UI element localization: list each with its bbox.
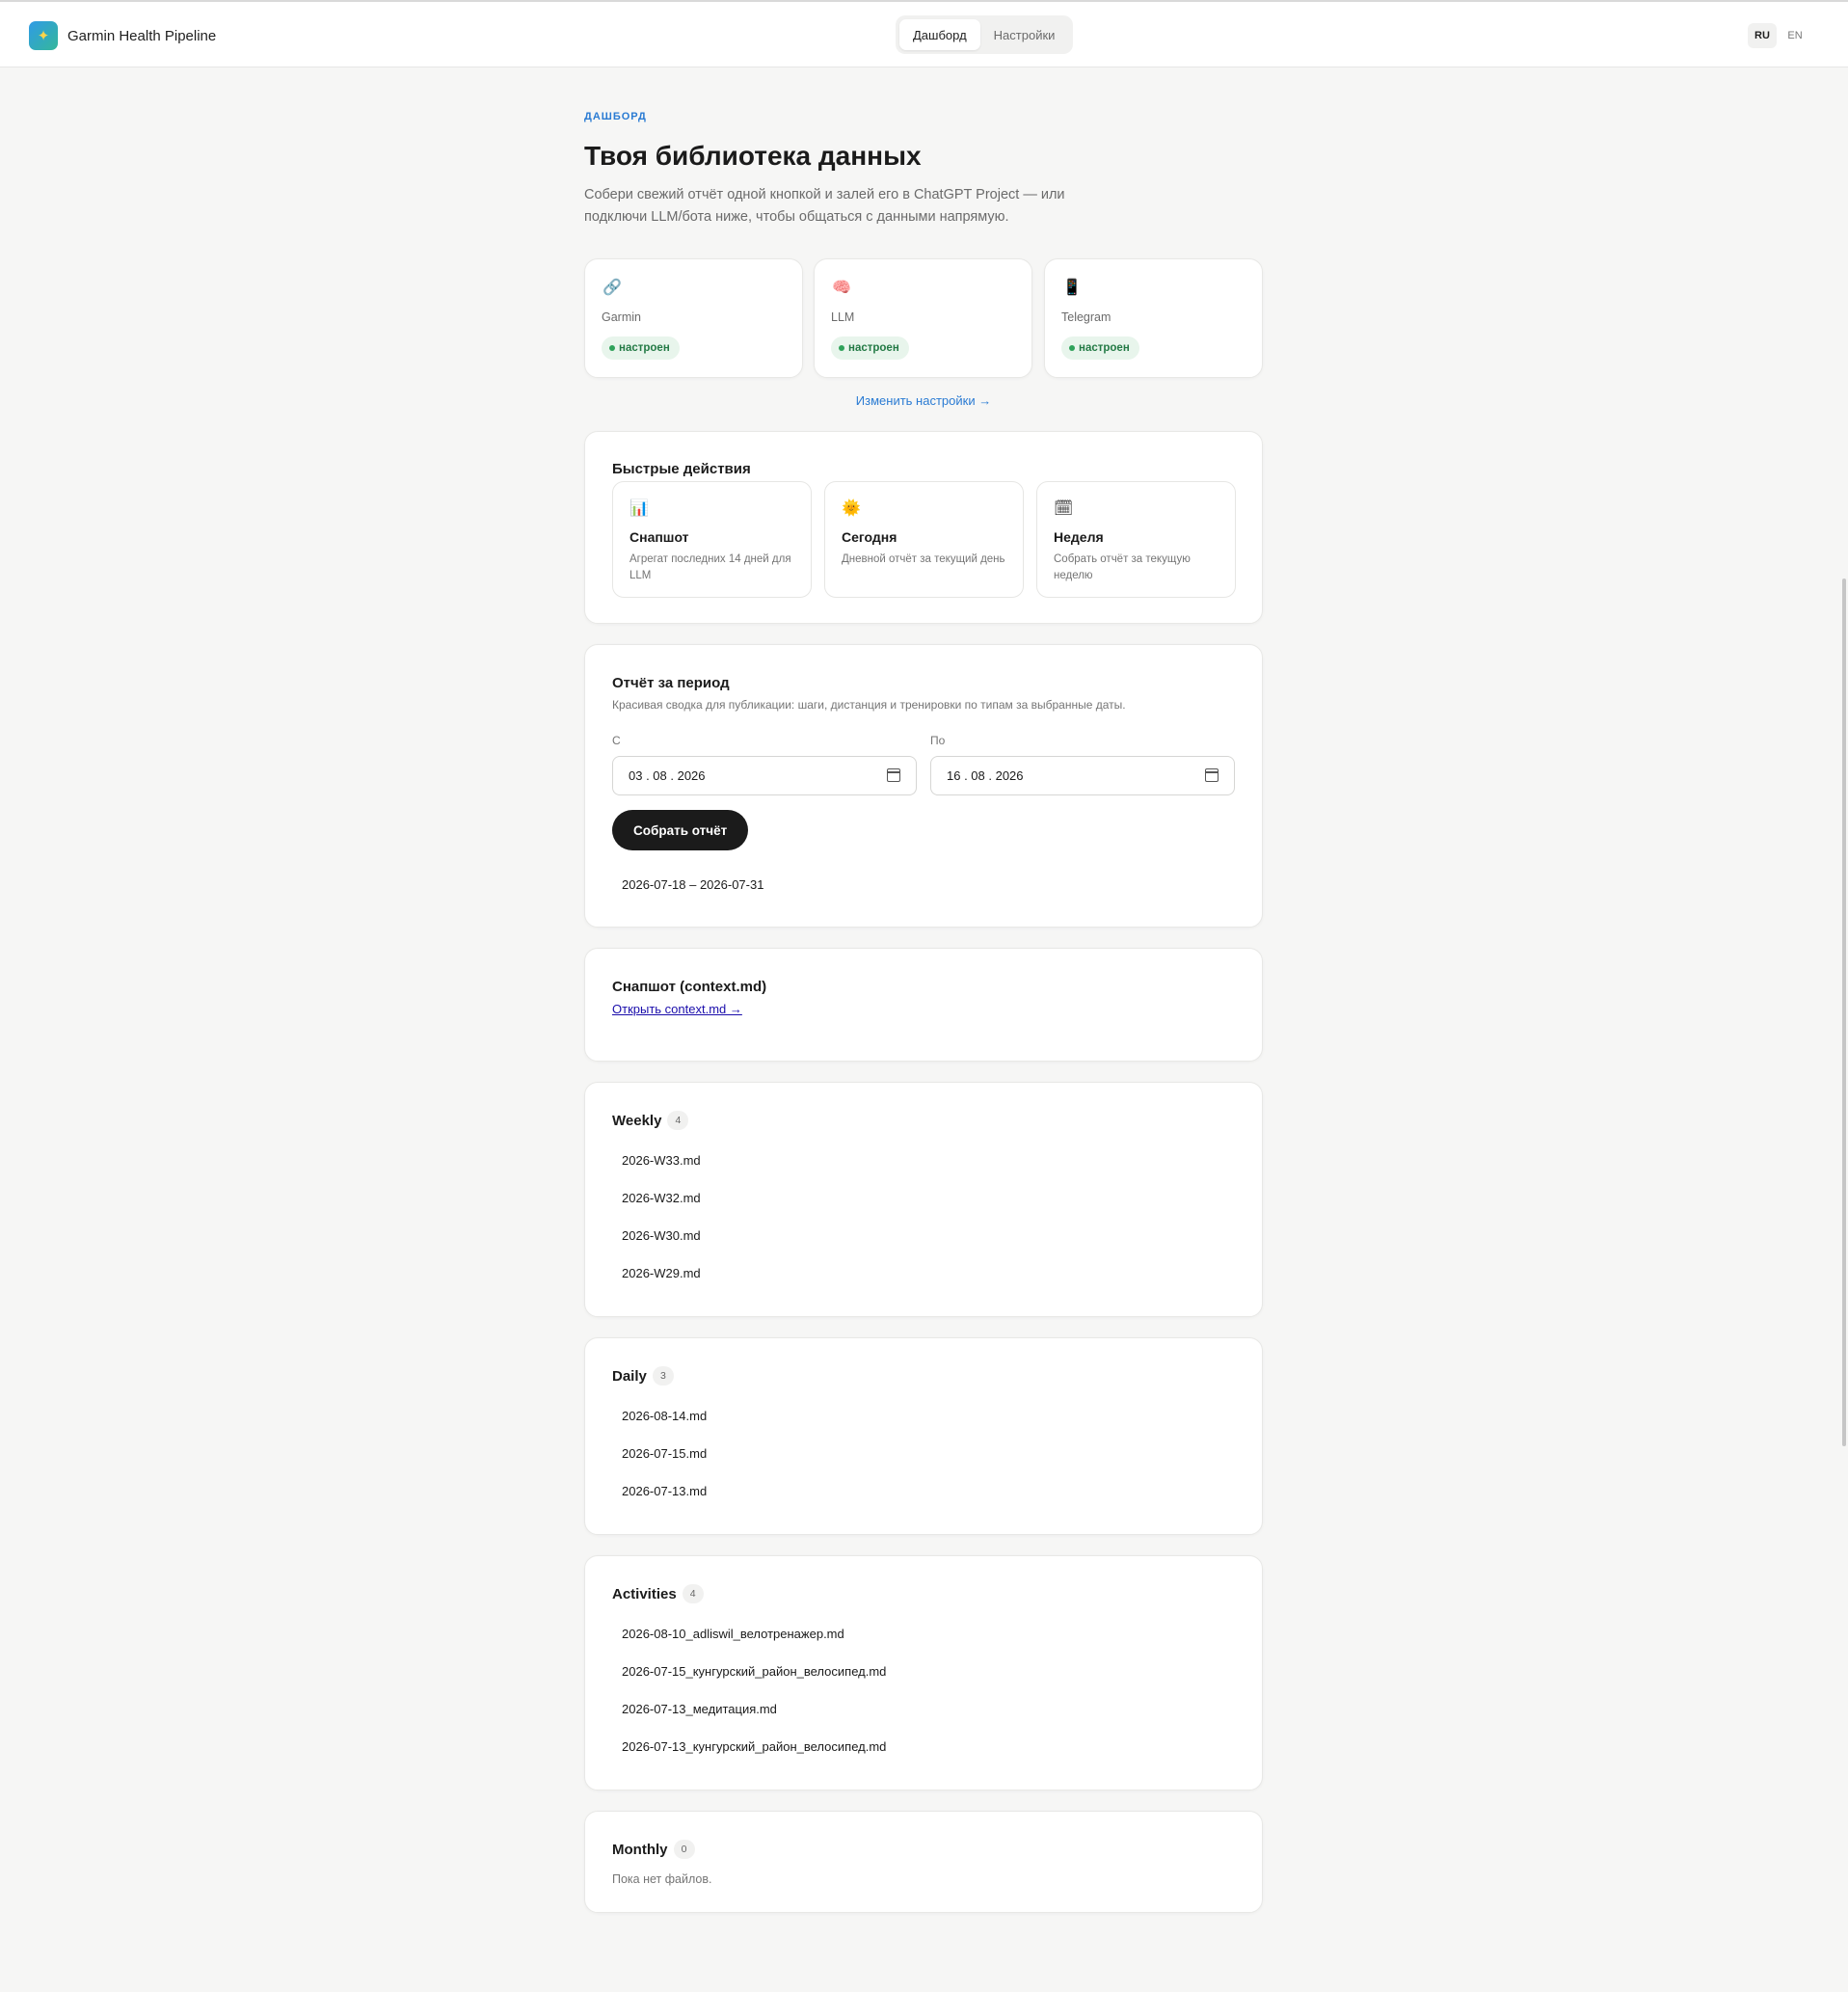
sun-icon: 🌞 [842,500,861,517]
main-nav: Дашборд Настройки [896,15,1073,54]
snapshot-action-button[interactable]: 📊 Снапшот Агрегат последних 14 дней для … [612,481,812,598]
daily-title: Daily 3 [612,1366,674,1386]
lang-en-button[interactable]: EN [1781,23,1809,48]
section-title-text: Weekly [612,1113,662,1129]
status-card-llm: 🧠 LLM настроен [814,258,1032,378]
snapshot-title: Снапшот (context.md) [612,979,767,995]
tab-settings[interactable]: Настройки [980,19,1069,50]
calendar-icon[interactable] [887,768,900,782]
link-icon: 🔗 [603,280,622,296]
file-count-badge: 4 [667,1111,689,1130]
page-subtitle: Собери свежий отчёт одной кнопкой и зале… [584,187,1065,225]
page-kicker: ДАШБОРД [584,111,647,122]
build-report-button[interactable]: Собрать отчёт [612,810,749,850]
daily-card: Daily 3 2026-08-14.md 2026-07-15.md 2026-… [584,1337,1263,1535]
from-date-value: 03 . 08 . 2026 [629,768,706,783]
week-action-button[interactable]: 🗓 Неделя Собрать отчёт за текущую неделю [1036,481,1236,598]
bar-chart-icon: 📊 [629,500,649,517]
status-name: Telegram [1061,310,1111,324]
language-switcher: RU EN [1748,23,1809,48]
today-action-button[interactable]: 🌞 Сегодня Дневной отчёт за текущий день [824,481,1024,598]
status-badge: настроен [602,336,680,360]
action-description: Собрать отчёт за текущую неделю [1054,553,1191,581]
brain-icon: 🧠 [832,280,851,296]
calendar-icon[interactable] [1205,768,1219,782]
period-report-description: Красивая сводка для публикации: шаги, ди… [612,698,1126,712]
file-item[interactable]: 2026-W30.md [622,1228,701,1243]
empty-state: Пока нет файлов. [612,1872,712,1886]
file-item[interactable]: 2026-07-13_медитация.md [622,1702,777,1716]
brand[interactable]: ✦ Garmin Health Pipeline [29,21,216,50]
weekly-card: Weekly 4 2026-W33.md 2026-W32.md 2026-W30… [584,1082,1263,1317]
file-item[interactable]: 2026-07-13_кунгурский_район_велосипед.md [622,1739,886,1754]
file-count-badge: 3 [652,1366,674,1386]
file-item[interactable]: 2026-07-15_кунгурский_район_велосипед.md [622,1664,886,1679]
status-badge: настроен [831,336,909,360]
weekly-title: Weekly 4 [612,1111,689,1130]
action-title: Снапшот [629,529,689,545]
status-name: LLM [831,310,855,324]
to-date-input[interactable]: 16 . 08 . 2026 [930,756,1235,795]
lang-ru-button[interactable]: RU [1748,23,1777,48]
period-report-title: Отчёт за период [612,675,730,691]
quick-actions-title: Быстрые действия [612,461,751,477]
from-label: С [612,734,621,747]
action-title: Неделя [1054,529,1104,545]
file-item[interactable]: 2026-07-15.md [622,1446,707,1461]
status-card-garmin: 🔗 Garmin настроен [584,258,803,378]
monthly-card: Monthly 0 Пока нет файлов. [584,1811,1263,1913]
app-title: Garmin Health Pipeline [67,27,217,44]
file-item[interactable]: 2026-W29.md [622,1266,701,1280]
page-title: Твоя библиотека данных [584,141,922,171]
app-header: ✦ Garmin Health Pipeline Дашборд Настрой… [0,2,1848,67]
section-title-text: Activities [612,1586,677,1602]
file-item[interactable]: 2026-W33.md [622,1153,701,1168]
to-date-value: 16 . 08 . 2026 [947,768,1024,783]
from-date-input[interactable]: 03 . 08 . 2026 [612,756,917,795]
sparkle-icon: ✦ [29,21,58,50]
report-result-link[interactable]: 2026-07-18 – 2026-07-31 [622,877,763,892]
monthly-title: Monthly 0 [612,1840,695,1859]
snapshot-card: Снапшот (context.md) Открыть context.md … [584,948,1263,1062]
status-name: Garmin [602,310,641,324]
scrollbar-thumb[interactable] [1842,579,1846,1446]
section-title-text: Monthly [612,1842,668,1858]
action-description: Дневной отчёт за текущий день [842,553,1005,565]
file-count-badge: 0 [673,1840,695,1859]
file-item[interactable]: 2026-08-10_adliswil_велотренажер.md [622,1627,844,1641]
file-item[interactable]: 2026-07-13.md [622,1484,707,1498]
file-item[interactable]: 2026-W32.md [622,1191,701,1205]
activities-title: Activities 4 [612,1584,704,1603]
period-report-card: Отчёт за период Красивая сводка для публ… [584,644,1263,928]
open-context-link[interactable]: Открыть context.md → [612,1002,742,1016]
page-scrollbar[interactable] [1838,67,1848,1992]
status-card-telegram: 📱 Telegram настроен [1044,258,1263,378]
action-title: Сегодня [842,529,897,545]
tab-dashboard[interactable]: Дашборд [899,19,980,50]
file-count-badge: 4 [682,1584,704,1603]
phone-icon: 📱 [1062,280,1082,296]
quick-actions-card: Быстрые действия 📊 Снапшот Агрегат после… [584,431,1263,624]
file-item[interactable]: 2026-08-14.md [622,1409,707,1423]
activities-card: Activities 4 2026-08-10_adliswil_велотрен… [584,1555,1263,1790]
section-title-text: Daily [612,1368,647,1385]
action-description: Агрегат последних 14 дней для LLM [629,553,791,581]
to-label: По [930,734,946,747]
change-settings-link[interactable]: Изменить настройки → [584,393,1263,408]
calendar-icon: 🗓 [1054,500,1074,517]
status-badge: настроен [1061,336,1139,360]
